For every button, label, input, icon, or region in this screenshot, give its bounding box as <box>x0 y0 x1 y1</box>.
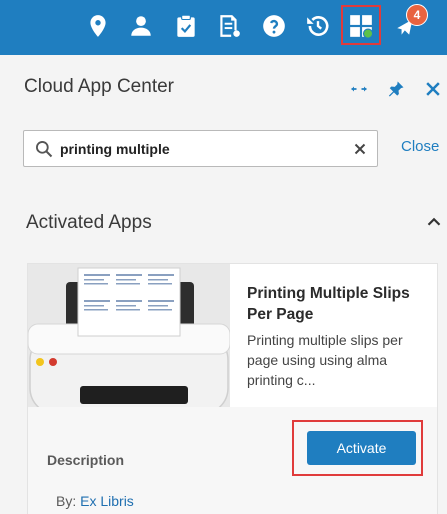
description-label: Description <box>47 452 125 468</box>
author-prefix: By: <box>56 493 81 509</box>
app-card: Printing Multiple Slips Per Page Printin… <box>27 263 438 514</box>
author-link[interactable]: Ex Libris <box>80 493 134 509</box>
pin-icon[interactable] <box>382 75 410 103</box>
chevron-up-icon[interactable] <box>423 211 445 233</box>
author-line: By: Ex Libris <box>56 493 134 509</box>
user-icon[interactable] <box>123 8 159 44</box>
app-description: Printing multiple slips per page using u… <box>247 332 403 388</box>
search-input[interactable] <box>60 137 345 161</box>
expand-horizontal-icon[interactable] <box>345 75 373 103</box>
close-search-link[interactable]: Close <box>401 138 439 155</box>
app-title[interactable]: Printing Multiple Slips Per Page <box>247 283 432 325</box>
close-icon[interactable] <box>419 75 447 103</box>
clipboard-icon[interactable] <box>168 8 204 44</box>
history-icon[interactable] <box>300 8 336 44</box>
top-navigation-bar: 4 <box>0 0 447 55</box>
app-thumbnail <box>28 264 230 407</box>
activate-button[interactable]: Activate <box>307 431 416 465</box>
cloud-app-center-panel: Cloud App Center Close Activated Apps <box>0 55 447 514</box>
help-icon[interactable] <box>256 8 292 44</box>
panel-title: Cloud App Center <box>24 76 174 97</box>
search-box <box>23 130 378 167</box>
search-icon <box>36 141 53 158</box>
app-root: 4 Cloud App Center Close Activated Apps <box>0 0 447 514</box>
document-list-icon[interactable] <box>211 8 247 44</box>
clear-search-icon[interactable] <box>351 140 369 158</box>
apps-icon-highlight <box>341 5 381 45</box>
section-title-activated-apps: Activated Apps <box>26 212 152 233</box>
app-card-footer: Description By: Ex Libris Activate <box>28 407 437 514</box>
location-icon[interactable] <box>80 8 116 44</box>
notification-badge: 4 <box>406 4 428 26</box>
